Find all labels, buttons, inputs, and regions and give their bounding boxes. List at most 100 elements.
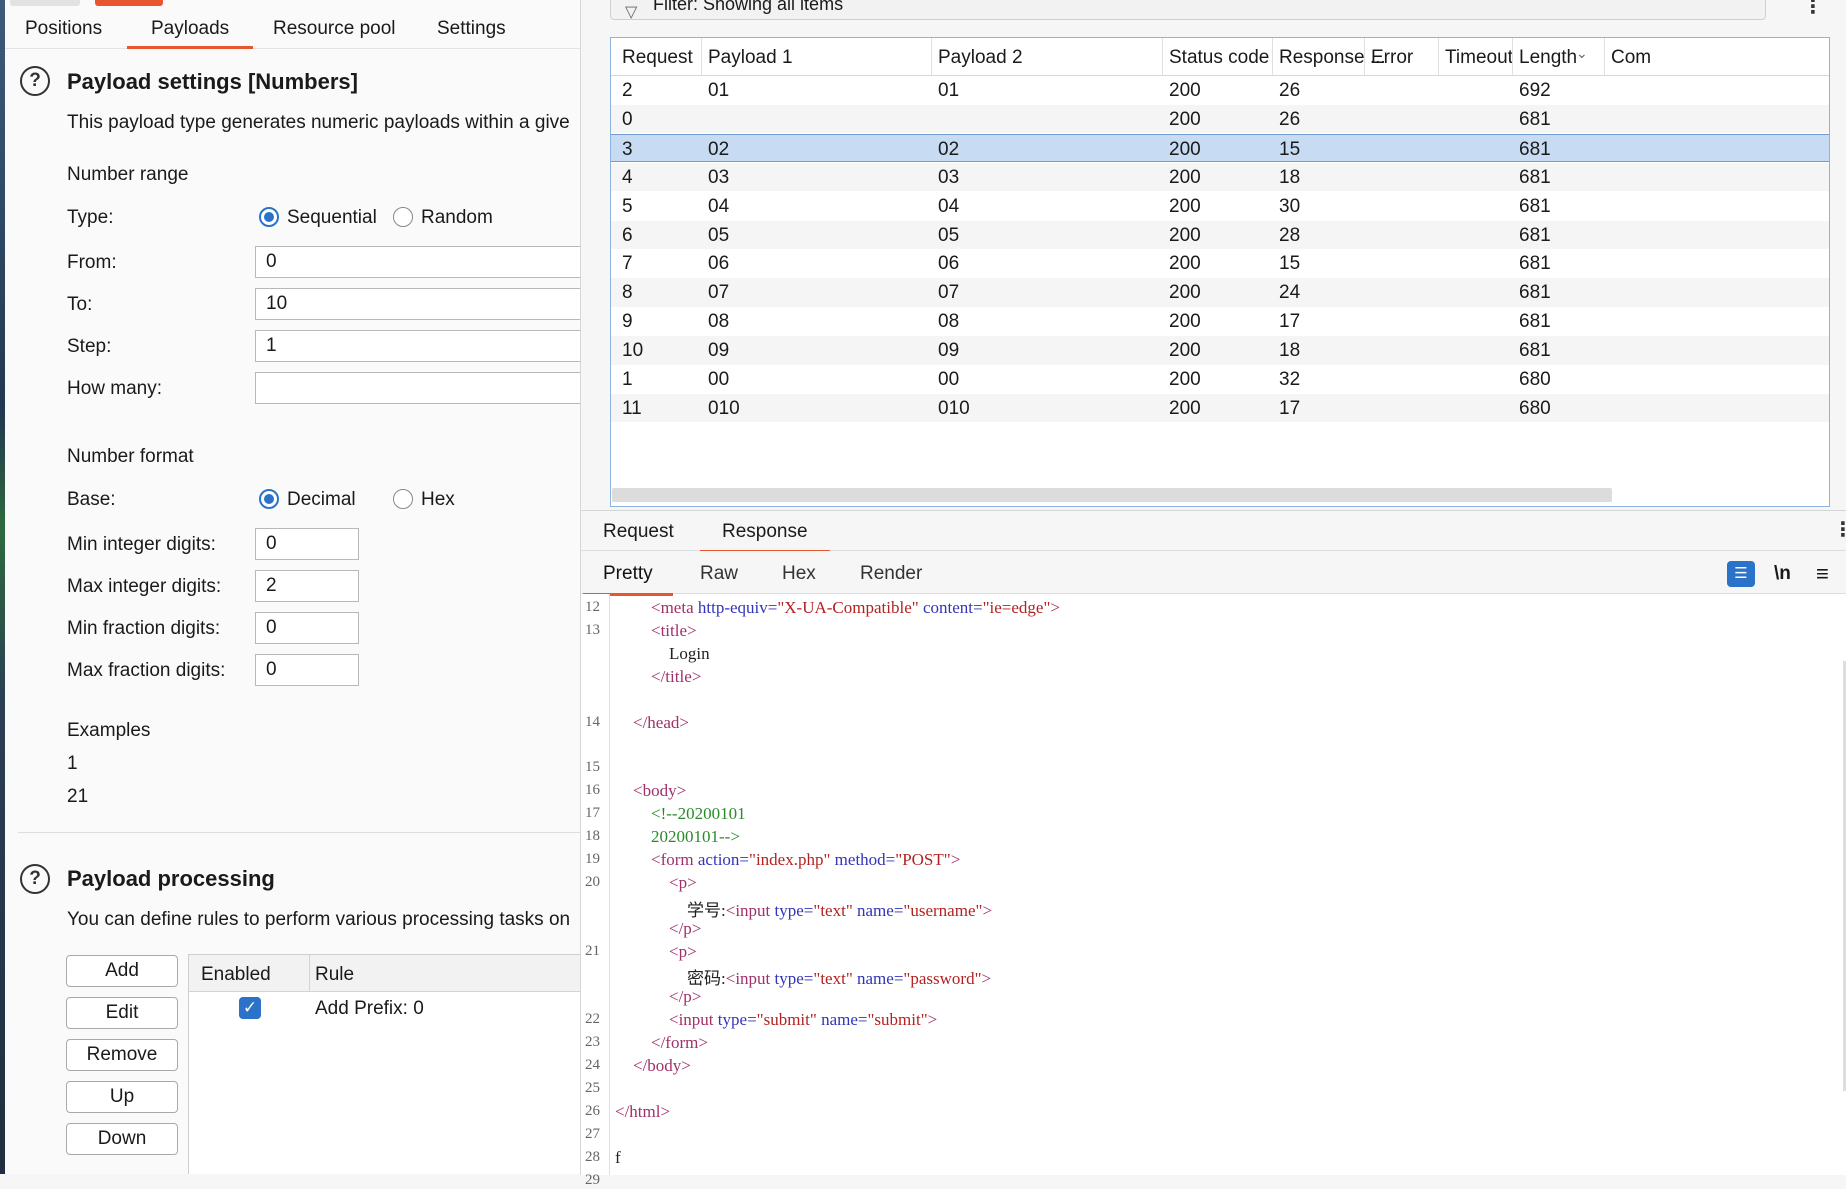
- table-row[interactable]: 7 06 06 200 15 681: [611, 249, 1829, 278]
- payload-settings-description: This payload type generates numeric payl…: [67, 112, 570, 133]
- rule-column-header[interactable]: Rule: [315, 964, 354, 986]
- table-cell: 03: [938, 166, 960, 188]
- tab-pretty[interactable]: Pretty: [583, 563, 673, 596]
- tab-settings[interactable]: Settings: [437, 18, 506, 40]
- max-fraction-digits-field[interactable]: 0: [255, 654, 359, 686]
- more-vertical-icon[interactable]: ⋮: [1833, 517, 1846, 542]
- newline-toggle[interactable]: \n: [1774, 563, 1791, 585]
- column-header-length[interactable]: Length: [1519, 47, 1577, 69]
- table-row[interactable]: 1 00 00 200 32 680: [611, 365, 1829, 394]
- column-separator: [1512, 38, 1513, 75]
- message-tabs: Request Response ⋮: [581, 511, 1846, 553]
- table-row[interactable]: 9 08 08 200 17 681: [611, 307, 1829, 336]
- code-line: <body>: [633, 781, 686, 801]
- step-field[interactable]: 1: [255, 330, 580, 362]
- column-header-timeout[interactable]: Timeout: [1445, 47, 1513, 69]
- hamburger-menu-icon[interactable]: ≡: [1816, 561, 1829, 587]
- column-header-error[interactable]: Error: [1371, 47, 1413, 69]
- table-row[interactable]: 8 07 07 200 24 681: [611, 278, 1829, 307]
- sequential-label[interactable]: Sequential: [287, 207, 377, 229]
- code-token: >: [981, 969, 992, 989]
- table-row[interactable]: 6 05 05 200 28 681: [611, 220, 1829, 249]
- how-many-field[interactable]: [255, 372, 580, 404]
- code-token: <input: [725, 900, 775, 920]
- checkmark-icon[interactable]: ✓: [239, 997, 261, 1019]
- code-token: f: [615, 1147, 621, 1167]
- table-cell: 15: [1279, 138, 1301, 160]
- min-fraction-digits-field[interactable]: 0: [255, 612, 359, 644]
- table-cell: 200: [1169, 340, 1201, 362]
- min-integer-digits-field[interactable]: 0: [255, 528, 359, 560]
- tab-response[interactable]: Response: [700, 521, 830, 553]
- column-header-payload-1[interactable]: Payload 1: [708, 47, 793, 69]
- rule-text: Add Prefix: 0: [315, 998, 424, 1019]
- table-row[interactable]: 11 010 010 200 17 680: [611, 393, 1829, 423]
- code-line: </body>: [633, 1056, 691, 1076]
- edit-rule-button[interactable]: Edit: [66, 997, 178, 1029]
- column-header-request[interactable]: Request: [622, 47, 693, 69]
- table-row[interactable]: 0 200 26 681: [611, 104, 1829, 134]
- tab-raw[interactable]: Raw: [700, 563, 738, 585]
- table-cell: 0: [622, 108, 633, 130]
- table-cell: 01: [708, 80, 730, 101]
- table-row[interactable]: 10 09 09 200 18 681: [611, 336, 1829, 365]
- code-line: 学号:<input type="text" name="username">: [687, 896, 992, 921]
- decimal-label[interactable]: Decimal: [287, 489, 356, 511]
- horizontal-scrollbar[interactable]: [612, 488, 1612, 502]
- column-header-response[interactable]: Response ...: [1279, 47, 1386, 69]
- hex-radio[interactable]: [393, 489, 413, 509]
- tab-positions[interactable]: Positions: [25, 18, 102, 40]
- tab-payloads[interactable]: Payloads: [126, 18, 254, 49]
- sequential-radio[interactable]: [259, 207, 279, 227]
- word-wrap-icon[interactable]: ☰: [1727, 561, 1755, 587]
- tab-resource-pool[interactable]: Resource pool: [273, 18, 396, 40]
- filter-bar[interactable]: ▽ Filter: Showing all items: [610, 0, 1766, 21]
- column-header-com[interactable]: Com: [1611, 47, 1651, 69]
- tab-hex[interactable]: Hex: [782, 563, 816, 585]
- column-header-status-code[interactable]: Status code: [1169, 47, 1269, 69]
- code-line: </form>: [651, 1033, 708, 1053]
- sort-chevron-down-icon[interactable]: ⌄: [1576, 45, 1588, 62]
- random-label[interactable]: Random: [421, 207, 493, 229]
- table-cell: 17: [1279, 311, 1301, 333]
- column-header-payload-2[interactable]: Payload 2: [938, 47, 1023, 69]
- examples-heading: Examples: [67, 720, 151, 741]
- example-value: 21: [67, 786, 89, 807]
- up-rule-button[interactable]: Up: [66, 1081, 178, 1113]
- hex-label[interactable]: Hex: [421, 489, 455, 511]
- tab-render[interactable]: Render: [860, 563, 922, 585]
- how-many-label: How many:: [67, 378, 163, 399]
- table-row[interactable]: 5 04 04 200 30 681: [611, 192, 1829, 221]
- code-line: </html>: [615, 1102, 670, 1122]
- line-number: 28: [585, 1148, 600, 1165]
- code-token: </title>: [651, 666, 702, 686]
- table-cell: 5: [622, 195, 633, 217]
- remove-rule-button[interactable]: Remove: [66, 1039, 178, 1071]
- table-cell: 24: [1279, 282, 1301, 304]
- table-cell: 26: [1279, 108, 1301, 130]
- random-radio[interactable]: [393, 207, 413, 227]
- code-token: >: [927, 1010, 938, 1030]
- table-cell: 02: [938, 138, 960, 160]
- filter-icon: ▽: [625, 4, 638, 21]
- table-row[interactable]: 3 02 02 200 15 681: [611, 133, 1829, 163]
- from-field[interactable]: 0: [255, 246, 580, 278]
- desktop-edge: [0, 0, 5, 1174]
- max-integer-digits-field[interactable]: 2: [255, 570, 359, 602]
- decimal-radio[interactable]: [259, 489, 279, 509]
- code-token: "submit": [867, 1010, 928, 1030]
- help-circle-icon[interactable]: ?: [20, 864, 50, 894]
- down-rule-button[interactable]: Down: [66, 1123, 178, 1155]
- response-code-view[interactable]: 12 13 14 15 16 17 18 19 20 21 22 23 24 25 26 27 28 29 <me…: [581, 594, 1846, 1188]
- enabled-column-header[interactable]: Enabled: [201, 964, 271, 986]
- tab-request[interactable]: Request: [603, 521, 674, 543]
- code-token: <input: [669, 1010, 718, 1030]
- table-row[interactable]: 4 03 03 200 18 681: [611, 162, 1829, 192]
- code-token: 20200101-->: [651, 827, 740, 846]
- add-rule-button[interactable]: Add: [66, 955, 178, 987]
- to-field[interactable]: 10: [255, 288, 580, 320]
- more-vertical-icon[interactable]: ⋮: [1803, 0, 1823, 19]
- table-row[interactable]: 2 01 01 200 26 692: [611, 76, 1829, 105]
- code-token: content=: [922, 598, 983, 617]
- help-circle-icon[interactable]: ?: [20, 66, 50, 96]
